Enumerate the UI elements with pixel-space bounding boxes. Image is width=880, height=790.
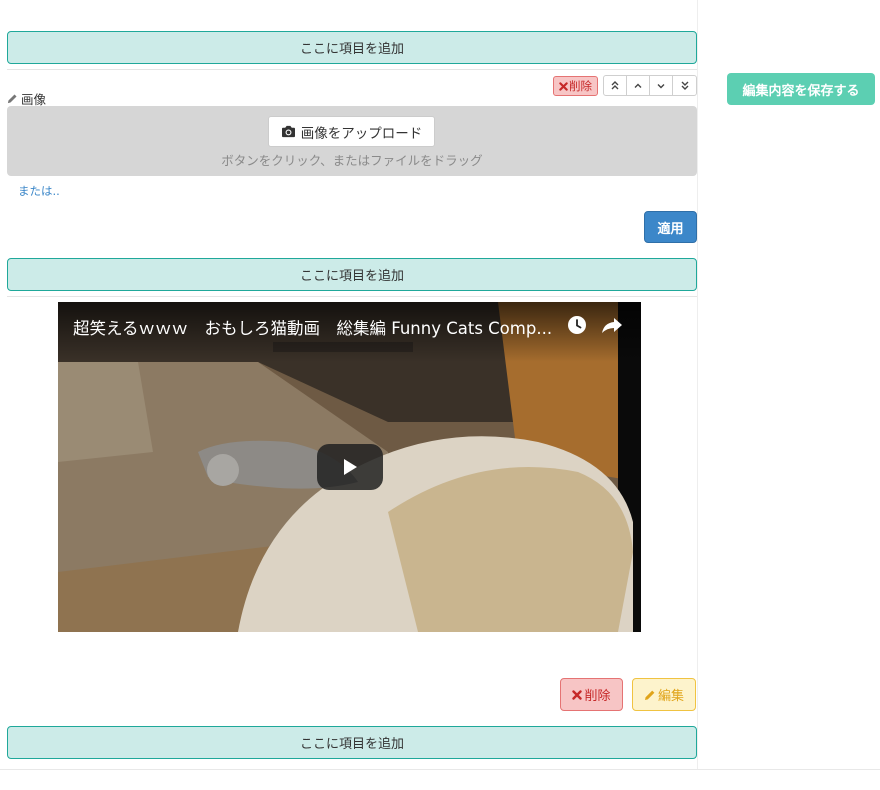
video-edit-button[interactable]: 編集 xyxy=(632,678,696,711)
upload-hint: ボタンをクリック、またはファイルをドラッグ xyxy=(221,153,483,168)
video-delete-button[interactable]: 削除 xyxy=(560,678,623,711)
divider xyxy=(7,69,697,70)
video-edit-label: 編集 xyxy=(657,689,684,704)
upload-image-button[interactable]: 画像をアップロード xyxy=(268,116,435,147)
video-embed[interactable]: 超笑えるｗｗｗ おもしろ猫動画 総集編 Funny Cats Comp... xyxy=(58,302,641,632)
pencil-icon xyxy=(7,94,17,104)
apply-label: 適用 xyxy=(657,221,684,237)
image-drop-zone[interactable]: 画像をアップロード ボタンをクリック、またはファイルをドラッグ xyxy=(7,106,697,176)
move-top-button[interactable] xyxy=(604,76,627,95)
divider xyxy=(7,296,697,297)
double-chevron-up-icon xyxy=(611,81,619,90)
add-item-bar[interactable]: ここに項目を追加 xyxy=(7,31,697,64)
share-icon[interactable] xyxy=(601,315,623,335)
upload-button-label: 画像をアップロード xyxy=(300,125,423,142)
image-delete-button[interactable]: 削除 xyxy=(553,76,598,96)
close-icon xyxy=(559,81,568,91)
pencil-icon xyxy=(644,690,655,700)
move-bottom-button[interactable] xyxy=(673,76,696,95)
video-delete-label: 削除 xyxy=(584,689,611,704)
add-item-label: ここに項目を追加 xyxy=(299,269,404,284)
play-icon xyxy=(344,459,357,475)
video-title[interactable]: 超笑えるｗｗｗ おもしろ猫動画 総集編 Funny Cats Comp... xyxy=(73,315,563,339)
watch-later-icon[interactable] xyxy=(567,315,587,335)
chevron-up-icon xyxy=(634,83,642,88)
move-controls xyxy=(603,75,697,96)
chevron-down-icon xyxy=(657,83,665,88)
camera-icon xyxy=(281,125,295,138)
image-delete-label: 削除 xyxy=(569,79,592,93)
move-up-button[interactable] xyxy=(627,76,650,95)
bottom-divider xyxy=(0,769,880,770)
close-icon xyxy=(572,689,583,700)
move-down-button[interactable] xyxy=(650,76,673,95)
add-item-label: ここに項目を追加 xyxy=(299,737,404,752)
or-link[interactable]: または.. xyxy=(18,183,60,199)
add-item-label: ここに項目を追加 xyxy=(299,42,404,57)
add-item-bar[interactable]: ここに項目を追加 xyxy=(7,258,697,291)
double-chevron-down-icon xyxy=(681,81,688,90)
save-changes-button[interactable]: 編集内容を保存する xyxy=(727,73,875,105)
add-item-bar[interactable]: ここに項目を追加 xyxy=(7,726,697,759)
play-button[interactable] xyxy=(317,444,383,490)
apply-button[interactable]: 適用 xyxy=(644,211,697,243)
save-changes-label: 編集内容を保存する xyxy=(742,83,860,99)
